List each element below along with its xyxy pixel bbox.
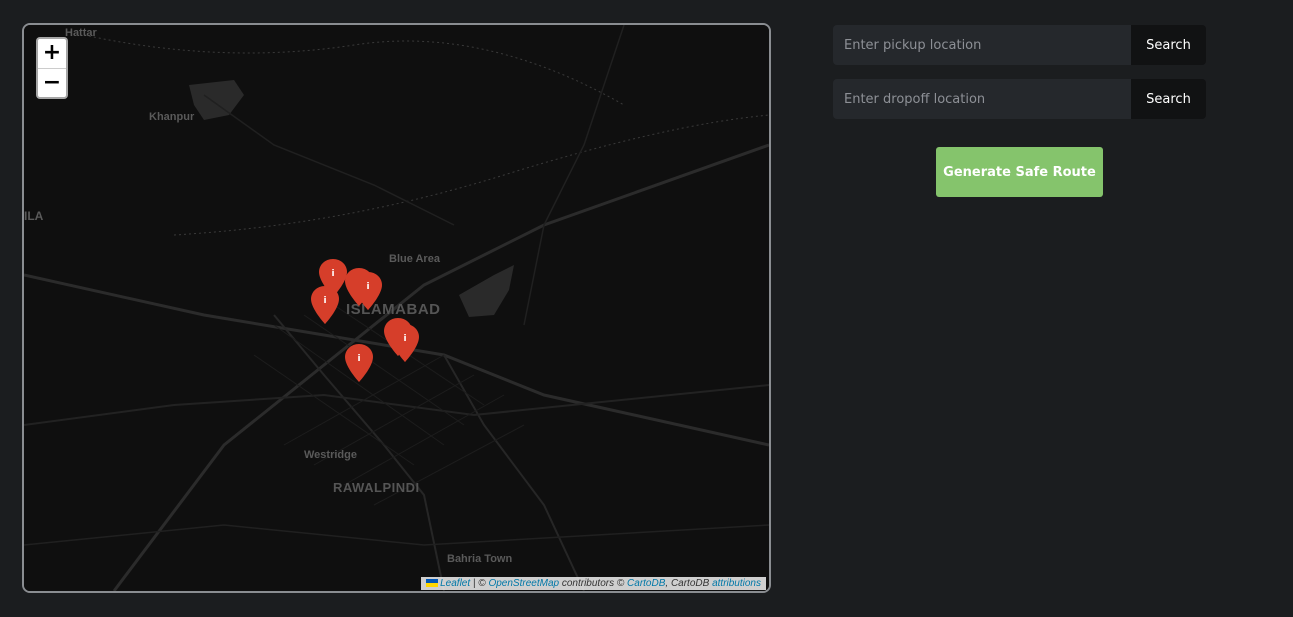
osm-link[interactable]: OpenStreetMap xyxy=(488,578,559,589)
place-label-khanpur: Khanpur xyxy=(149,111,195,123)
info-icon: i xyxy=(403,334,406,344)
map-marker[interactable]: i xyxy=(390,323,420,363)
info-icon: i xyxy=(323,296,326,306)
pickup-search-row: Search xyxy=(833,25,1206,65)
map-attribution: Leaflet | © OpenStreetMap contributors ©… xyxy=(421,577,766,590)
info-icon: i xyxy=(366,282,369,292)
pickup-search-button[interactable]: Search xyxy=(1131,25,1206,65)
map-marker[interactable]: i xyxy=(353,271,383,311)
map-marker[interactable]: i xyxy=(310,285,340,325)
dropoff-search-button[interactable]: Search xyxy=(1131,79,1206,119)
place-label-westridge: Westridge xyxy=(304,449,357,461)
info-icon: i xyxy=(331,269,334,279)
map-container[interactable]: + − Hattar Khanpur ILA Blue Area ISLAMAB… xyxy=(22,23,771,593)
place-label-rawalpindi: RAWALPINDI xyxy=(333,480,420,495)
generate-safe-route-button[interactable]: Generate Safe Route xyxy=(936,147,1103,197)
place-label-bahria-town: Bahria Town xyxy=(447,553,513,565)
leaflet-link[interactable]: Leaflet xyxy=(440,578,470,589)
cartodb-link[interactable]: CartoDB xyxy=(627,578,665,589)
attribution-contributors: contributors © xyxy=(559,578,628,589)
attributions-link[interactable]: attributions xyxy=(712,578,761,589)
place-label-hattar: Hattar xyxy=(65,27,97,39)
zoom-control: + − xyxy=(36,37,68,99)
ukraine-flag-icon xyxy=(426,579,439,587)
place-label-ila: ILA xyxy=(24,209,44,223)
attribution-sep: | © xyxy=(470,578,489,589)
info-icon: i xyxy=(357,354,360,364)
map-marker[interactable]: i xyxy=(344,343,374,383)
place-label-blue-area: Blue Area xyxy=(389,253,440,265)
pickup-input[interactable] xyxy=(833,25,1131,65)
zoom-in-button[interactable]: + xyxy=(38,39,66,68)
dropoff-search-row: Search xyxy=(833,79,1206,119)
zoom-out-button[interactable]: − xyxy=(38,68,66,97)
attribution-cartodb-text: , CartoDB xyxy=(665,578,713,589)
dropoff-input[interactable] xyxy=(833,79,1131,119)
